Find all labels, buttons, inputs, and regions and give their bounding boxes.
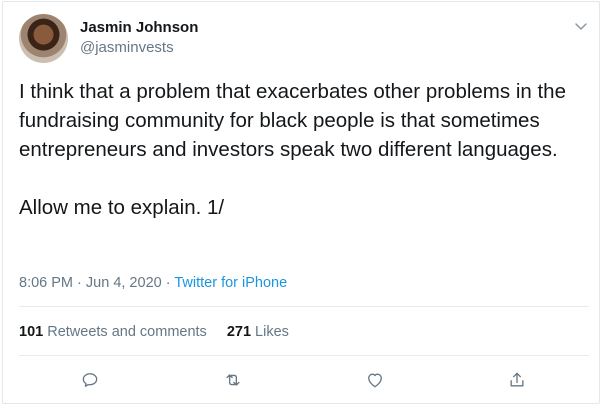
divider (19, 355, 589, 356)
tweet-source-link[interactable]: Twitter for iPhone (174, 275, 287, 291)
retweets-label: Retweets and comments (47, 324, 207, 340)
tweet-meta: 8:06 PM · Jun 4, 2020 · Twitter for iPho… (19, 273, 287, 293)
meta-separator: · (165, 275, 171, 291)
tweet-time[interactable]: 8:06 PM (19, 275, 73, 291)
tweet-date[interactable]: Jun 4, 2020 (86, 275, 162, 291)
display-name[interactable]: Jasmin Johnson (80, 18, 198, 38)
share-button[interactable] (503, 368, 531, 396)
tweet-card: Jasmin Johnson @jasminvests I think that… (2, 1, 600, 404)
heart-icon (365, 370, 385, 395)
retweet-icon (223, 370, 243, 395)
retweets-stat[interactable]: 101 Retweets and comments (19, 324, 207, 340)
user-info[interactable]: Jasmin Johnson @jasminvests (80, 18, 198, 58)
likes-stat[interactable]: 271 Likes (227, 324, 289, 340)
retweet-button[interactable] (219, 368, 247, 396)
like-button[interactable] (361, 368, 389, 396)
reply-icon (80, 370, 100, 395)
tweet-header: Jasmin Johnson @jasminvests (19, 14, 589, 66)
divider (19, 306, 589, 307)
reply-button[interactable] (76, 368, 104, 396)
tweet-actions (3, 368, 601, 396)
retweets-count: 101 (19, 324, 44, 340)
likes-label: Likes (255, 324, 289, 340)
tweet-stats: 101 Retweets and comments 271 Likes (19, 322, 289, 342)
meta-separator: · (77, 275, 82, 291)
user-handle[interactable]: @jasminvests (80, 38, 198, 58)
likes-count: 271 (226, 324, 252, 340)
tweet-text: I think that a problem that exacerbates … (19, 80, 566, 219)
avatar[interactable] (19, 14, 68, 63)
share-icon (507, 370, 527, 395)
chevron-down-icon[interactable] (573, 18, 589, 34)
